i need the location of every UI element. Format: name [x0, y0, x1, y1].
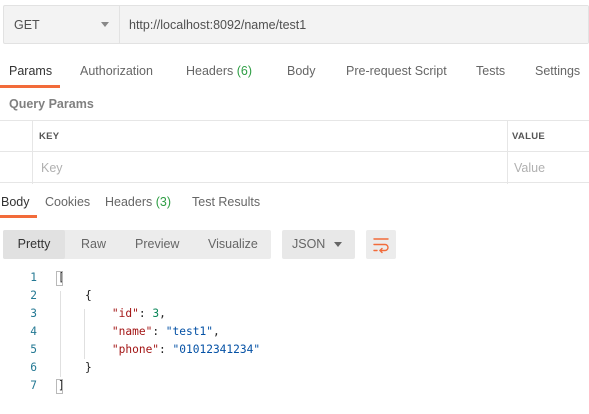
tab-label: Test Results: [192, 195, 261, 209]
active-tab-indicator: [0, 85, 60, 88]
tab-label: Headers: [105, 195, 153, 209]
wrap-lines-icon: [373, 238, 389, 254]
tab-label: Pre-request Script: [346, 64, 447, 78]
format-select[interactable]: JSON: [282, 230, 355, 259]
tab-tests[interactable]: Tests: [476, 64, 505, 78]
wrap-lines-button[interactable]: [366, 230, 396, 259]
code-token: ,: [212, 325, 220, 338]
code-token: :: [152, 325, 166, 338]
tab-label: Cookies: [45, 195, 91, 209]
method-label: GET: [14, 17, 40, 32]
table-header-row: KEY VALUE: [0, 121, 589, 152]
tab-label: Body: [1, 195, 30, 209]
headers-count-badge: (3): [155, 195, 172, 209]
indent-guide: [60, 291, 61, 377]
response-body-editor[interactable]: 1[2 {3 "id": 3, 4 "name": "test1", 5 "phon…: [0, 268, 589, 408]
view-mode-pretty[interactable]: Pretty: [3, 230, 65, 259]
chevron-down-icon: [334, 242, 342, 247]
response-tabs: Body Cookies Headers (3) Test Results: [0, 195, 589, 219]
chevron-down-icon: [101, 22, 109, 27]
view-mode-visualize[interactable]: Visualize: [208, 237, 258, 251]
code-line: {: [58, 289, 92, 302]
view-mode-toggle: Pretty Raw Preview Visualize: [3, 230, 271, 259]
line-number: 3: [30, 307, 37, 320]
code-token: ,: [159, 307, 166, 320]
tab-test-results[interactable]: Test Results: [192, 195, 260, 209]
column-divider: [32, 121, 33, 184]
tab-label: Tests: [476, 64, 506, 78]
query-params-table: KEY VALUE Key Value: [0, 120, 589, 184]
line-number: 2: [30, 289, 37, 302]
active-tab-indicator: [0, 215, 37, 218]
tab-label: Settings: [535, 64, 581, 78]
tab-label: Params: [9, 64, 53, 78]
code-line: "phone": "01012341234": [58, 343, 260, 356]
line-number: 6: [30, 361, 37, 374]
format-label: JSON: [292, 237, 326, 251]
headers-count-badge: (6): [236, 64, 253, 78]
line-number: 5: [30, 343, 37, 356]
line-number: 4: [30, 325, 37, 338]
table-row: Key Value: [0, 152, 589, 183]
column-value-header: VALUE: [512, 131, 545, 142]
url-input[interactable]: http://localhost:8092/name/test1: [120, 6, 588, 43]
url-bar: GET http://localhost:8092/name/test1: [3, 5, 589, 44]
code-token: {: [58, 289, 92, 302]
column-divider: [507, 121, 508, 184]
tab-label: Headers: [186, 64, 234, 78]
tab-pre-request-script[interactable]: Pre-request Script: [346, 64, 447, 78]
tab-response-headers[interactable]: Headers (3): [105, 195, 171, 209]
line-number: 7: [30, 379, 37, 392]
column-key-header: KEY: [39, 131, 60, 142]
bracket-match-highlight: [56, 271, 63, 286]
code-token: "01012341234": [172, 343, 261, 356]
code-token: "phone": [111, 343, 160, 356]
tab-params[interactable]: Params: [9, 64, 52, 78]
code-token: "name": [111, 325, 153, 338]
code-line: }: [58, 361, 92, 374]
request-tabs: Params Authorization Headers (6) Body Pr…: [0, 60, 589, 88]
code-token: :: [138, 307, 153, 320]
code-token: :: [159, 343, 173, 356]
query-params-title: Query Params: [9, 97, 94, 111]
tab-authorization[interactable]: Authorization: [80, 64, 153, 78]
tab-body[interactable]: Body: [287, 64, 316, 78]
code-token: "test1": [165, 325, 213, 338]
code-line: "name": "test1",: [58, 325, 220, 338]
method-select[interactable]: GET: [4, 6, 120, 43]
line-number: 1: [30, 271, 37, 284]
view-mode-raw[interactable]: Raw: [81, 237, 106, 251]
bracket-match-highlight: [56, 379, 63, 394]
indent-guide: [84, 309, 85, 359]
tab-response-body[interactable]: Body: [1, 195, 30, 209]
code-token: "id": [111, 307, 139, 320]
code-line: "id": 3,: [58, 307, 166, 320]
tab-label: Body: [287, 64, 316, 78]
value-input[interactable]: Value: [514, 161, 545, 175]
view-mode-preview[interactable]: Preview: [135, 237, 179, 251]
tab-label: Authorization: [80, 64, 153, 78]
tab-headers[interactable]: Headers (6): [186, 64, 252, 78]
key-input[interactable]: Key: [41, 161, 63, 175]
code-token: }: [58, 361, 92, 374]
tab-cookies[interactable]: Cookies: [45, 195, 90, 209]
postman-request-panel: GET http://localhost:8092/name/test1 Par…: [0, 0, 589, 414]
tab-settings[interactable]: Settings: [535, 64, 580, 78]
